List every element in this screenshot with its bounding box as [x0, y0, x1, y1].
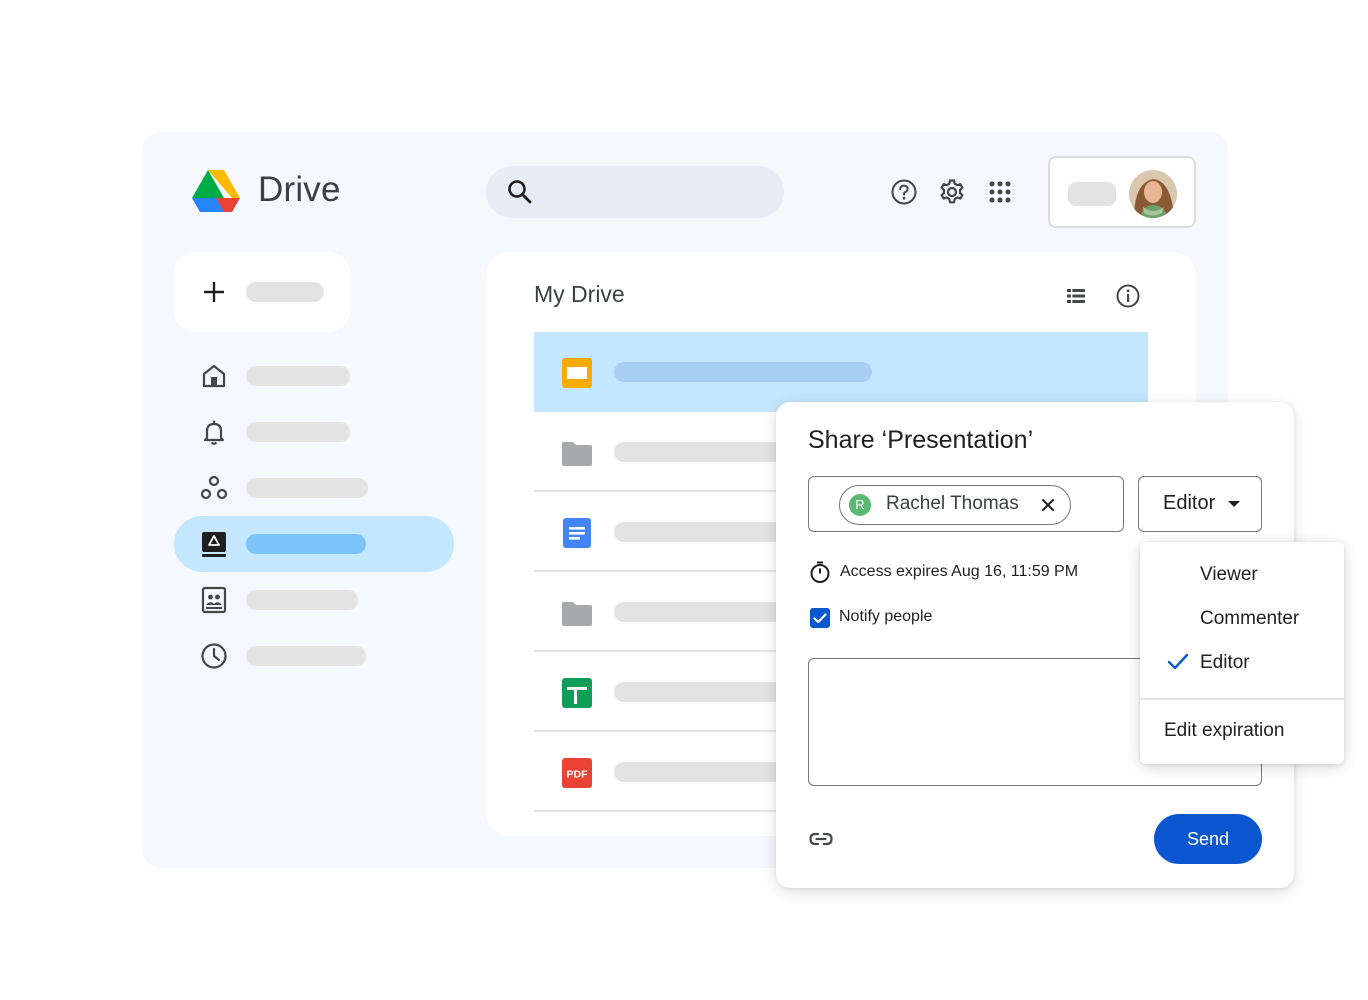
slides-icon: [562, 358, 592, 388]
sidebar-item-home-placeholder[interactable]: [246, 366, 350, 386]
caret-down-icon: [1228, 501, 1240, 507]
search-bar[interactable]: [486, 166, 784, 218]
recent-clock-icon[interactable]: [198, 640, 230, 672]
account-switcher[interactable]: [1048, 156, 1196, 228]
edit-expiration-menu-item[interactable]: Edit expiration: [1164, 720, 1284, 742]
new-button[interactable]: [174, 252, 350, 332]
search-icon: [508, 180, 532, 204]
sidebar-item-workspaces-placeholder[interactable]: [246, 478, 368, 498]
role-menu: Viewer Commenter Editor Edit expiration: [1140, 542, 1344, 764]
role-dropdown-label: Editor: [1163, 492, 1216, 514]
share-dialog-title: Share ‘Presentation’: [808, 426, 1034, 454]
role-menu-item-commenter[interactable]: Commenter: [1200, 608, 1299, 630]
plus-icon: [204, 282, 224, 302]
page-title: My Drive: [534, 281, 625, 307]
shared-workspaces-icon[interactable]: [198, 472, 230, 504]
recipient-name: Rachel Thomas: [886, 493, 1019, 514]
notify-people-label: Notify people: [839, 608, 933, 625]
help-icon[interactable]: [890, 178, 918, 206]
file-row-presentation[interactable]: [534, 332, 1148, 412]
recipient-input[interactable]: R Rachel Thomas: [808, 476, 1124, 532]
close-icon[interactable]: [1038, 495, 1058, 515]
check-icon: [1167, 653, 1189, 670]
role-menu-item-viewer[interactable]: Viewer: [1200, 564, 1258, 586]
list-view-icon[interactable]: [1064, 284, 1088, 308]
timer-icon: [810, 561, 830, 583]
folder-icon: [562, 602, 592, 626]
pdf-icon: PDF: [562, 758, 592, 788]
recipient-avatar: R: [849, 494, 871, 516]
send-button[interactable]: Send: [1154, 814, 1262, 864]
role-menu-item-editor[interactable]: Editor: [1200, 652, 1250, 674]
app-title: Drive: [258, 170, 341, 209]
notify-people-checkbox[interactable]: [810, 608, 830, 628]
checkmark-icon: [813, 613, 827, 624]
docs-icon: [563, 518, 591, 548]
access-expiration-text: Access expires Aug 16, 11:59 PM: [840, 563, 1079, 580]
notifications-bell-icon[interactable]: [198, 416, 230, 448]
sidebar-item-notifications-placeholder[interactable]: [246, 422, 350, 442]
menu-divider: [1140, 698, 1344, 700]
home-icon[interactable]: [198, 360, 230, 392]
role-dropdown[interactable]: Editor: [1138, 476, 1262, 532]
sidebar-item-my-drive-placeholder[interactable]: [246, 534, 366, 554]
account-name-placeholder: [1068, 182, 1116, 206]
info-icon[interactable]: [1115, 283, 1141, 309]
sheets-icon: [562, 678, 592, 708]
pdf-badge-text: PDF: [567, 769, 589, 781]
folder-icon: [562, 442, 592, 466]
link-icon[interactable]: [808, 826, 834, 852]
my-drive-icon[interactable]: [198, 528, 230, 560]
recipient-chip[interactable]: R Rachel Thomas: [839, 485, 1071, 525]
file-name-placeholder: [614, 362, 872, 382]
settings-gear-icon[interactable]: [938, 178, 966, 206]
drive-logo-icon: [192, 170, 240, 212]
sidebar-item-shared-placeholder[interactable]: [246, 590, 358, 610]
shared-with-me-icon[interactable]: [198, 584, 230, 616]
new-button-label-placeholder: [246, 282, 324, 302]
avatar[interactable]: [1128, 169, 1178, 219]
apps-grid-icon[interactable]: [986, 178, 1014, 206]
sidebar-item-recent-placeholder[interactable]: [246, 646, 366, 666]
